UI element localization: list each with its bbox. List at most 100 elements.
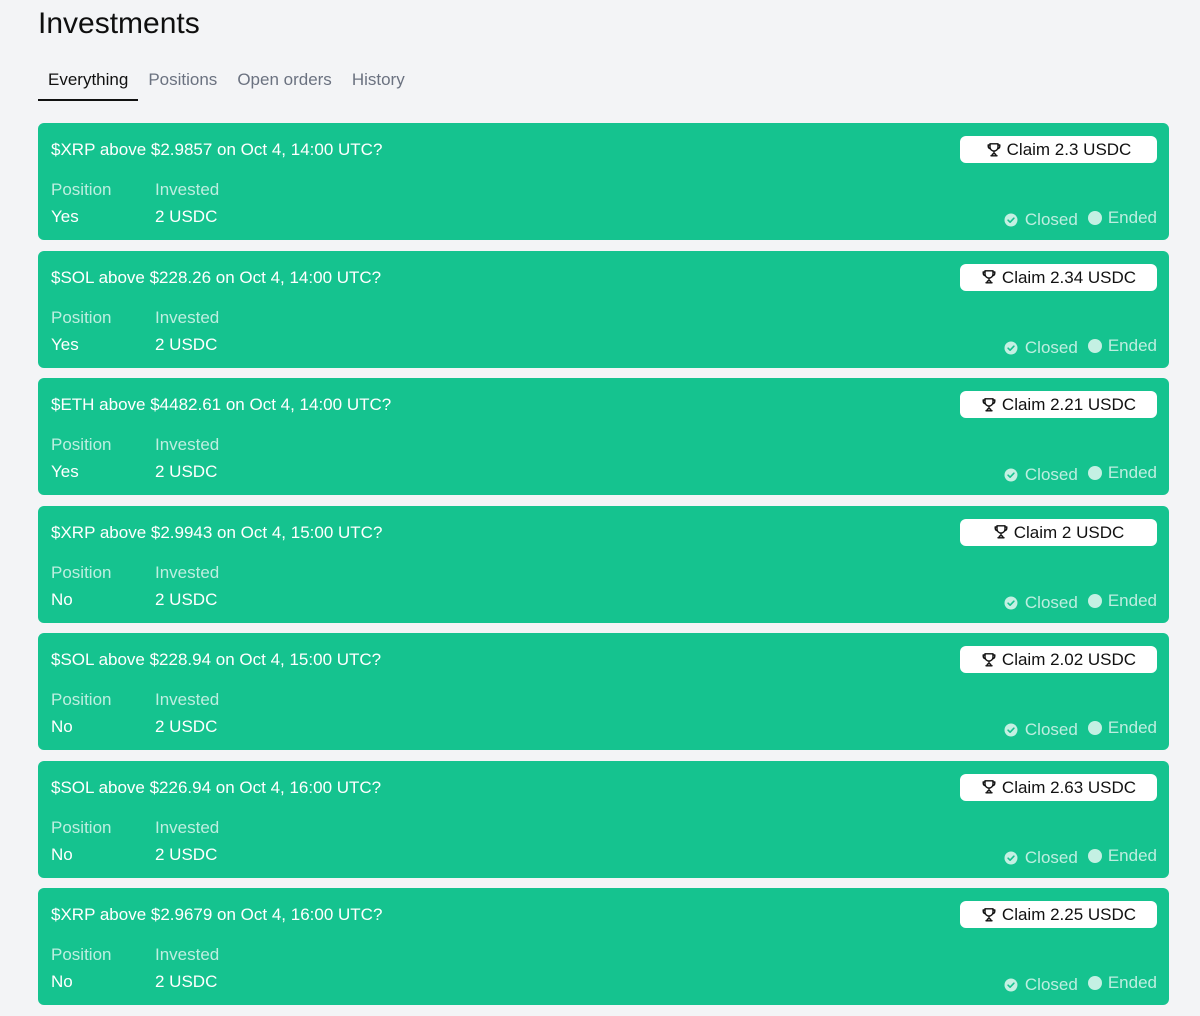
invested-label: Invested xyxy=(155,690,220,709)
position-label: Position xyxy=(51,562,112,582)
claim-button[interactable]: Claim 2.34 USDC xyxy=(960,263,1157,291)
check-circle-icon xyxy=(1004,341,1018,354)
market-title: $SOL above $228.94 on Oct 4, 15:00 UTC? xyxy=(51,650,382,669)
position-label: Position xyxy=(51,945,112,964)
market-title: $XRP above $2.9857 on Oct 4, 14:00 UTC? xyxy=(51,140,383,159)
invested-label: Invested xyxy=(155,562,220,582)
invested-label: Invested xyxy=(155,435,220,454)
claim-button[interactable]: Claim 2 USDC xyxy=(960,518,1157,546)
invested-value: 2 USDC xyxy=(155,589,218,609)
investment-card: $XRP above $2.9943 on Oct 4, 15:00 UTC? … xyxy=(38,505,1169,623)
position-value: Yes xyxy=(51,462,79,481)
trophy-icon xyxy=(982,907,996,921)
status-ended: Ended xyxy=(1087,335,1157,357)
closed-label: Closed xyxy=(1024,210,1078,229)
ended-label: Ended xyxy=(1107,463,1157,482)
status-group: Closed Ended xyxy=(1004,333,1157,359)
claim-label: Claim 2.34 USDC xyxy=(1001,267,1137,287)
claim-button[interactable]: Claim 2.63 USDC xyxy=(960,773,1157,801)
investment-card: $SOL above $228.26 on Oct 4, 14:00 UTC? … xyxy=(38,250,1169,368)
status-ended: Ended xyxy=(1087,462,1157,484)
claim-button[interactable]: Claim 2.25 USDC xyxy=(960,901,1157,928)
dot-icon xyxy=(1087,593,1102,608)
position-value: Yes xyxy=(51,334,79,354)
check-circle-icon xyxy=(1004,851,1018,864)
trophy-icon xyxy=(982,270,996,284)
invested-label: Invested xyxy=(155,817,220,837)
status-closed: Closed xyxy=(1004,464,1078,486)
status-group: Closed Ended xyxy=(1004,843,1157,869)
check-circle-icon xyxy=(1004,213,1018,227)
invested-value: 2 USDC xyxy=(155,972,218,991)
trophy-icon xyxy=(982,780,996,794)
ended-label: Ended xyxy=(1107,845,1157,865)
invested-value: 2 USDC xyxy=(155,207,218,226)
position-value: No xyxy=(51,844,73,864)
status-closed: Closed xyxy=(1004,719,1078,741)
claim-button[interactable]: Claim 2.3 USDC xyxy=(960,136,1157,163)
dot-icon xyxy=(1087,211,1102,225)
page-title: Investments xyxy=(38,7,200,40)
position-label: Position xyxy=(51,180,112,199)
status-ended: Ended xyxy=(1087,590,1157,612)
tab-open-orders[interactable]: Open orders xyxy=(227,62,342,102)
tab-history[interactable]: History xyxy=(342,62,415,102)
position-value: No xyxy=(51,972,73,991)
ended-label: Ended xyxy=(1107,335,1157,355)
invested-value: 2 USDC xyxy=(155,844,218,864)
claim-label: Claim 2.21 USDC xyxy=(1001,395,1137,414)
closed-label: Closed xyxy=(1024,847,1078,867)
ended-label: Ended xyxy=(1107,208,1157,227)
position-value: No xyxy=(51,589,73,609)
closed-label: Closed xyxy=(1024,975,1078,994)
status-closed: Closed xyxy=(1004,847,1078,869)
investment-card: $XRP above $2.9857 on Oct 4, 14:00 UTC? … xyxy=(38,123,1169,240)
trophy-icon xyxy=(982,397,996,411)
tab-positions[interactable]: Positions xyxy=(138,62,227,102)
ended-label: Ended xyxy=(1107,718,1157,737)
dot-icon xyxy=(1087,976,1102,990)
position-label: Position xyxy=(51,435,112,454)
ended-label: Ended xyxy=(1107,590,1157,610)
investment-card: $SOL above $226.94 on Oct 4, 16:00 UTC? … xyxy=(38,760,1169,878)
closed-label: Closed xyxy=(1024,337,1078,357)
dot-icon xyxy=(1087,466,1102,480)
investment-card: $SOL above $228.94 on Oct 4, 15:00 UTC? … xyxy=(38,633,1169,750)
closed-label: Closed xyxy=(1024,465,1078,484)
market-title: $XRP above $2.9679 on Oct 4, 16:00 UTC? xyxy=(51,905,383,924)
status-group: Closed Ended xyxy=(1004,588,1157,614)
check-circle-icon xyxy=(1004,723,1018,737)
check-circle-icon xyxy=(1004,468,1018,482)
status-group: Closed Ended xyxy=(1004,460,1157,486)
tab-bar: Everything Positions Open orders History xyxy=(38,62,415,102)
market-title: $ETH above $4482.61 on Oct 4, 14:00 UTC? xyxy=(51,395,392,414)
investment-card: $XRP above $2.9679 on Oct 4, 16:00 UTC? … xyxy=(38,888,1169,1005)
claim-label: Claim 2.63 USDC xyxy=(1001,777,1137,797)
status-closed: Closed xyxy=(1004,974,1078,996)
trophy-icon xyxy=(987,142,1001,156)
claim-label: Claim 2.25 USDC xyxy=(1001,905,1137,924)
claim-button[interactable]: Claim 2.21 USDC xyxy=(960,391,1157,418)
status-group: Closed Ended xyxy=(1004,970,1157,996)
invested-value: 2 USDC xyxy=(155,334,218,354)
claim-button[interactable]: Claim 2.02 USDC xyxy=(960,646,1157,673)
trophy-icon xyxy=(994,525,1008,539)
position-value: Yes xyxy=(51,207,79,226)
investment-list: $XRP above $2.9857 on Oct 4, 14:00 UTC? … xyxy=(38,123,1169,1016)
status-ended: Ended xyxy=(1087,845,1157,867)
dot-icon xyxy=(1087,721,1102,735)
invested-value: 2 USDC xyxy=(155,717,218,736)
status-ended: Ended xyxy=(1087,717,1157,739)
tab-everything[interactable]: Everything xyxy=(38,62,139,102)
trophy-icon xyxy=(982,652,996,666)
position-label: Position xyxy=(51,817,112,837)
claim-label: Claim 2.3 USDC xyxy=(1006,140,1132,159)
market-title: $SOL above $228.26 on Oct 4, 14:00 UTC? xyxy=(51,267,382,287)
status-group: Closed Ended xyxy=(1004,205,1157,231)
invested-label: Invested xyxy=(155,945,220,964)
dot-icon xyxy=(1087,848,1102,863)
closed-label: Closed xyxy=(1024,592,1078,612)
market-title: $SOL above $226.94 on Oct 4, 16:00 UTC? xyxy=(51,777,382,797)
status-closed: Closed xyxy=(1004,337,1078,359)
check-circle-icon xyxy=(1004,978,1018,992)
